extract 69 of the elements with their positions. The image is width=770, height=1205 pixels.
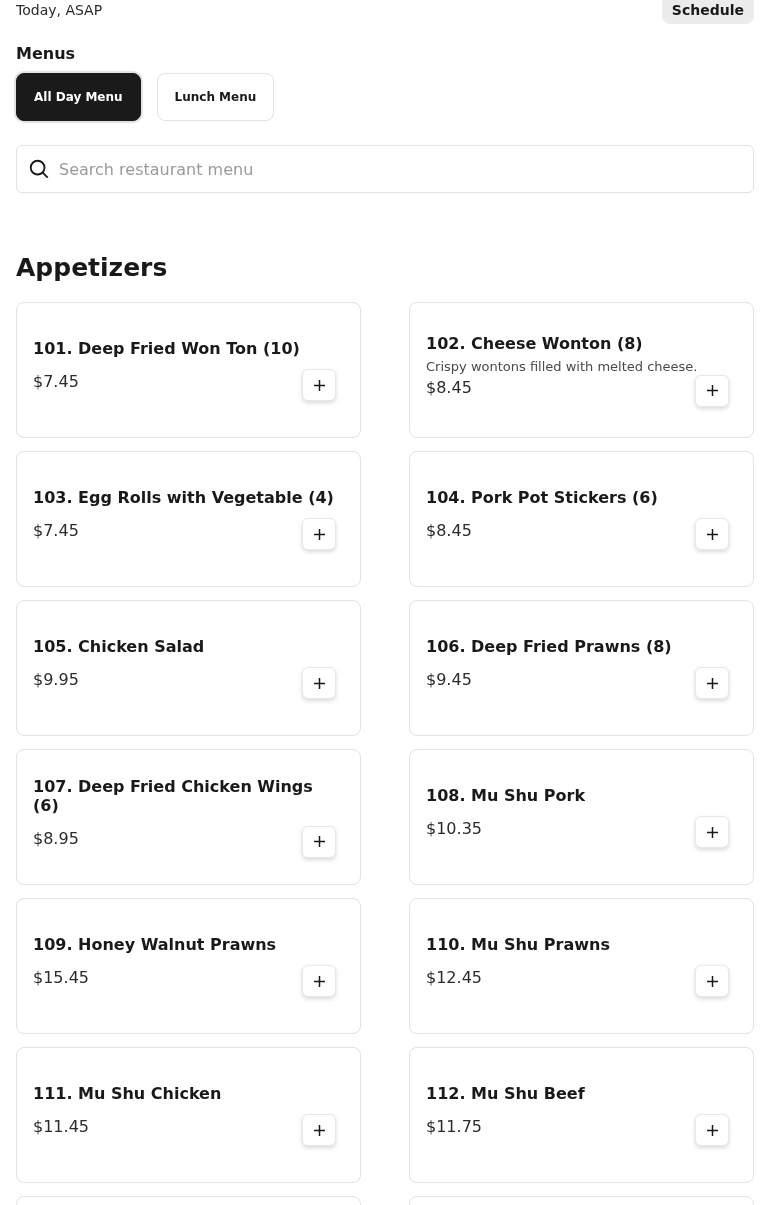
- item-name: 101. Deep Fried Won Ton (10): [33, 339, 301, 358]
- add-button[interactable]: [302, 825, 336, 858]
- menu-item-card[interactable]: 110. Mu Shu Prawns $12.45: [409, 898, 754, 1034]
- add-button[interactable]: [302, 667, 336, 699]
- menu-item-card[interactable]: 109. Honey Walnut Prawns $15.45: [16, 898, 361, 1034]
- add-button[interactable]: [695, 816, 729, 848]
- menu-item-card[interactable]: 101. Deep Fried Won Ton (10) $7.45: [16, 302, 361, 438]
- plus-icon: [313, 379, 325, 391]
- item-price: $15.45: [33, 968, 89, 987]
- menu-item-card[interactable]: 108. Mu Shu Pork $10.35: [409, 749, 754, 885]
- item-description: Crispy wontons filled with melted cheese.: [426, 358, 699, 374]
- item-price: $7.45: [33, 521, 79, 540]
- plus-icon: [313, 975, 325, 987]
- item-name: 102. Cheese Wonton (8): [426, 333, 644, 353]
- menu-tab[interactable]: All Day Menu: [16, 73, 141, 121]
- plus-icon: [313, 836, 325, 847]
- menu-tab[interactable]: Lunch Menu: [156, 73, 275, 121]
- plus-icon: [313, 1124, 325, 1136]
- schedule-button[interactable]: Schedule: [661, 0, 754, 24]
- search-icon: [28, 158, 50, 180]
- plus-icon: [706, 677, 718, 689]
- item-price: $9.95: [33, 670, 79, 689]
- plus-icon: [706, 528, 718, 540]
- item-name: 104. Pork Pot Stickers (6): [426, 488, 659, 507]
- add-button[interactable]: [302, 1114, 336, 1146]
- add-button[interactable]: [302, 965, 336, 997]
- menu-item-card[interactable]: 102. Cheese Wonton (8) Crispy wontons filled with melted cheese. $8.45: [409, 302, 754, 438]
- item-name: 107. Deep Fried Chicken Wings (6): [33, 776, 314, 815]
- item-price: $11.45: [33, 1117, 89, 1136]
- item-price: $8.45: [426, 521, 472, 540]
- add-button[interactable]: [695, 965, 729, 997]
- item-price: $8.95: [33, 828, 79, 848]
- item-name: 103. Egg Rolls with Vegetable (4): [33, 488, 335, 507]
- add-button[interactable]: [695, 667, 729, 699]
- plus-icon: [706, 975, 718, 987]
- menu-item-card[interactable]: 106. Deep Fried Prawns (8) $9.45: [409, 600, 754, 736]
- add-button[interactable]: [302, 518, 336, 550]
- menu-item-card[interactable]: 103. Egg Rolls with Vegetable (4) $7.45: [16, 451, 361, 587]
- plus-icon: [706, 1124, 718, 1136]
- add-button[interactable]: [302, 369, 336, 401]
- search-field[interactable]: Search restaurant menu: [16, 145, 754, 193]
- item-price: $9.45: [426, 670, 472, 689]
- add-button[interactable]: [695, 374, 729, 407]
- item-price: $11.75: [426, 1117, 482, 1136]
- item-price: $8.45: [426, 377, 472, 397]
- menu-item-card[interactable]: 112. Mu Shu Beef $11.75: [409, 1047, 754, 1183]
- plus-icon: [313, 528, 325, 540]
- plus-icon: [706, 826, 718, 838]
- item-name: 106. Deep Fried Prawns (8): [426, 637, 673, 656]
- section-title: Appetizers: [16, 253, 169, 282]
- plus-icon: [706, 385, 718, 396]
- plus-icon: [313, 677, 325, 689]
- item-name: 110. Mu Shu Prawns: [426, 935, 611, 954]
- add-button[interactable]: [695, 1114, 729, 1146]
- item-name: 112. Mu Shu Beef: [426, 1084, 586, 1103]
- item-price: $12.45: [426, 968, 482, 987]
- add-button[interactable]: [695, 518, 729, 550]
- item-name: 111. Mu Shu Chicken: [33, 1084, 223, 1103]
- item-name: 105. Chicken Salad: [33, 637, 206, 656]
- menu-item-card[interactable]: 107. Deep Fried Chicken Wings (6) $8.95: [16, 749, 361, 885]
- menu-item-card[interactable]: 105. Chicken Salad $9.95: [16, 600, 361, 736]
- item-price: $10.35: [426, 819, 482, 838]
- delivery-time: Today, ASAP: [16, 2, 103, 18]
- item-name: 109. Honey Walnut Prawns: [33, 935, 278, 954]
- menu-item-card[interactable]: 111. Mu Shu Chicken $11.45: [16, 1047, 361, 1183]
- item-price: $7.45: [33, 372, 79, 391]
- item-name: 108. Mu Shu Pork: [426, 786, 587, 805]
- menu-item-card[interactable]: 104. Pork Pot Stickers (6) $8.45: [409, 451, 754, 587]
- menus-heading: Menus: [16, 44, 77, 63]
